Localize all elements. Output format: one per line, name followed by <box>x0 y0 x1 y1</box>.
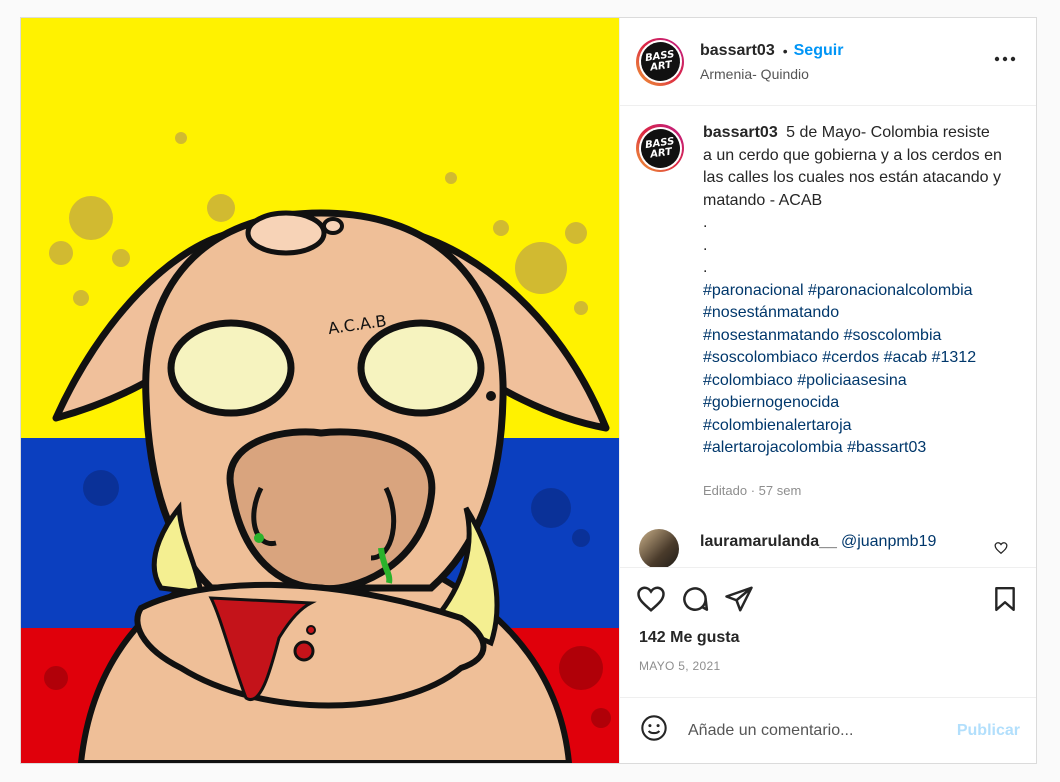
hashtag-link[interactable]: #nosestánmatando <box>703 304 839 321</box>
hashtag-link[interactable]: #paronacionalcolombia <box>808 282 973 299</box>
avatar-inner: BASS ART <box>637 125 683 171</box>
comment-input[interactable]: Añade un comentario... <box>688 722 957 740</box>
author-avatar[interactable]: BASS ART <box>636 37 684 86</box>
hashtag-link[interactable]: #1312 <box>932 349 977 366</box>
caption-avatar[interactable]: BASS ART <box>636 124 684 172</box>
hashtag-link[interactable]: #gobiernogenocida <box>703 394 839 411</box>
comment-composer: Añade un comentario... Publicar <box>620 697 1036 763</box>
header-line: bassart03 • Seguir <box>700 42 990 60</box>
emoji-icon[interactable] <box>640 714 668 747</box>
follow-button[interactable]: Seguir <box>794 42 844 60</box>
more-options-icon[interactable] <box>990 47 1020 77</box>
hashtag-link[interactable]: #colombienalertaroja <box>703 417 852 434</box>
caption-username[interactable]: bassart03 <box>703 124 778 141</box>
comment-item: lauramarulanda__ @juanpmb19 <box>636 529 1020 567</box>
commenter-username[interactable]: lauramarulanda__ <box>700 533 837 550</box>
post-card: A.C.A.B BASS ART bassart03 • Seguir Arme… <box>20 17 1037 764</box>
post-image[interactable]: A.C.A.B <box>21 18 620 763</box>
action-bar <box>620 567 1036 629</box>
comment-icon[interactable] <box>680 584 710 614</box>
publish-button[interactable]: Publicar <box>957 722 1020 740</box>
avatar-logo: BASS ART <box>637 125 683 171</box>
comment-mention[interactable]: @juanpmb19 <box>841 533 936 550</box>
commenter-avatar[interactable] <box>639 529 679 567</box>
like-icon[interactable] <box>636 584 666 614</box>
hashtag-link[interactable]: #alertarojacolombia <box>703 439 843 456</box>
caption-dot: . <box>703 214 708 231</box>
hashtag-link[interactable]: #soscolombiaco <box>703 349 818 366</box>
avatar-logo: BASS ART <box>637 39 683 84</box>
caption-dot: . <box>703 236 708 254</box>
hashtag-link[interactable]: #bassart03 <box>847 439 926 456</box>
header-text: bassart03 • Seguir Armenia- Quindio <box>700 42 990 82</box>
hashtag-link[interactable]: #colombiaco <box>703 372 793 389</box>
post-location[interactable]: Armenia- Quindio <box>700 66 990 82</box>
save-bookmark-icon[interactable] <box>992 586 1018 617</box>
caption-body: bassart03 5 de Mayo- Colombia resiste a … <box>703 122 1003 502</box>
comments-section: BASS ART bassart03 5 de Mayo- Colombia re… <box>620 106 1036 567</box>
separator-dot: • <box>782 42 788 59</box>
pig-illustration: A.C.A.B <box>21 18 619 763</box>
author-username[interactable]: bassart03 <box>700 42 775 60</box>
avatar-inner: BASS ART <box>637 39 683 84</box>
share-icon[interactable] <box>724 584 754 614</box>
caption-meta: Editado · 57 sem <box>703 482 802 498</box>
hashtag-link[interactable]: #policiaasesina <box>797 372 906 389</box>
hashtag-link[interactable]: #paronacional <box>703 282 804 299</box>
post-date[interactable]: MAYO 5, 2021 <box>620 659 1036 697</box>
hashtag-link[interactable]: #acab <box>884 349 928 366</box>
hashtag-link[interactable]: #soscolombia <box>844 327 942 344</box>
caption-dot: . <box>703 259 708 276</box>
hashtag-link[interactable]: #nosestanmatando <box>703 327 839 344</box>
post-header: BASS ART bassart03 • Seguir Armenia- Quin… <box>620 18 1036 106</box>
comment-like-icon[interactable] <box>994 541 1008 560</box>
post-sidebar: BASS ART bassart03 • Seguir Armenia- Quin… <box>620 18 1036 763</box>
hashtag-link[interactable]: #cerdos <box>822 349 879 366</box>
caption: BASS ART bassart03 5 de Mayo- Colombia re… <box>636 122 1020 502</box>
like-count[interactable]: 142 Me gusta <box>620 629 1036 659</box>
comment-text: lauramarulanda__ @juanpmb19 <box>700 533 936 551</box>
hashtags: #paronacional #paronacionalcolombia #nos… <box>703 280 1003 460</box>
